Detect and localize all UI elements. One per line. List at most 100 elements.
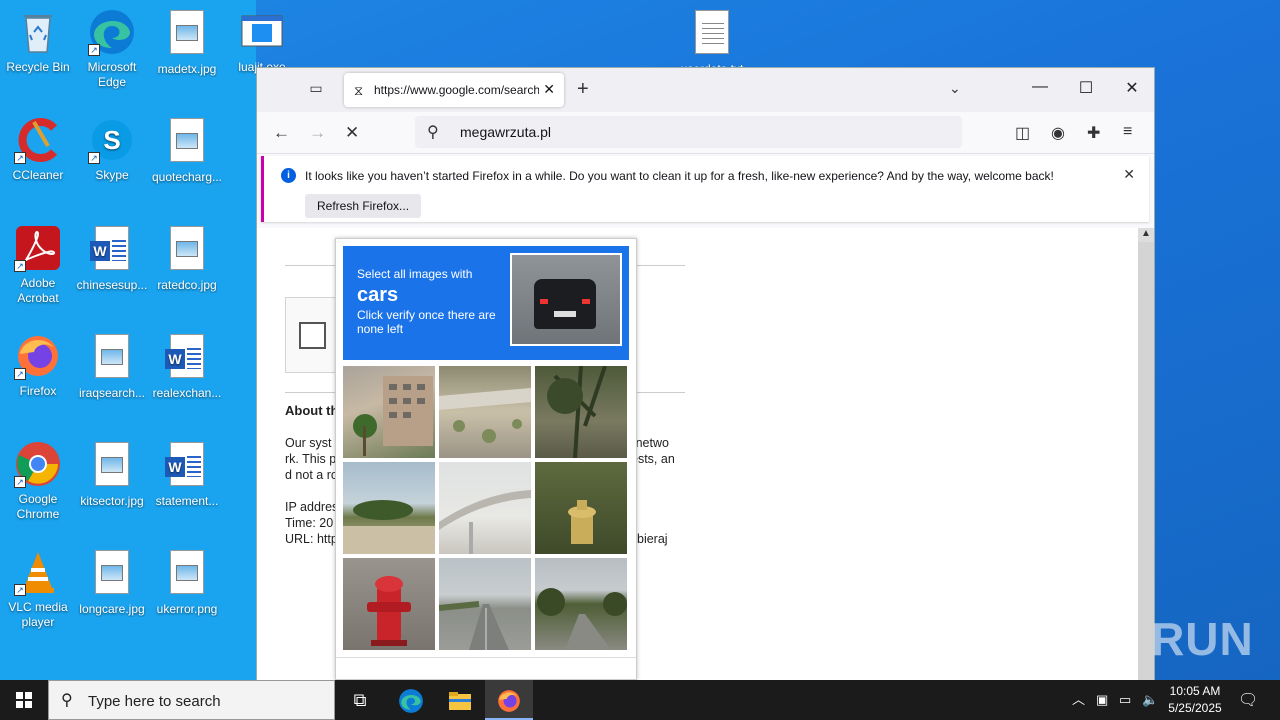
taskbar-edge-icon[interactable] <box>387 680 435 720</box>
desktop-icon-longcare[interactable]: longcare.jpg <box>74 548 150 617</box>
scroll-up-icon[interactable]: ▲ <box>1141 228 1151 239</box>
desktop-icon-quotecharg[interactable]: quotecharg... <box>149 116 225 185</box>
pocket-icon[interactable]: ◫ <box>1015 123 1030 143</box>
active-tab[interactable]: ⧖ https://www.google.com/search ✕ <box>344 73 564 107</box>
desktop-icon-label: Microsoft Edge <box>87 60 137 89</box>
clock-date: 5/25/2025 <box>1168 701 1222 715</box>
shortcut-arrow-icon: ↗ <box>14 260 26 272</box>
desktop-icon-realexchan[interactable]: W realexchan... <box>149 332 225 401</box>
action-center-icon[interactable]: 🗨 <box>1238 690 1258 710</box>
challenge-tile[interactable] <box>535 366 627 458</box>
challenge-tile[interactable] <box>343 558 435 650</box>
desktop-icon-label: CCleaner <box>12 168 64 182</box>
desktop-icon-microsoft-edge[interactable]: ↗ Microsoft Edge <box>74 8 150 90</box>
taskbar-firefox-icon[interactable] <box>485 680 533 720</box>
forward-icon[interactable]: → <box>309 123 326 143</box>
url-bar[interactable]: ⚲ megawrzuta.pl <box>415 116 962 148</box>
desktop-icon-skype[interactable]: S ↗ Skype <box>74 116 150 183</box>
desktop-icon-vlc[interactable]: ↗ VLC media player <box>0 548 76 630</box>
close-window-icon[interactable]: ✕ <box>1117 78 1147 100</box>
challenge-tile[interactable] <box>439 462 531 554</box>
desktop-icon-firefox[interactable]: ↗ Firefox <box>0 332 76 399</box>
word-file-icon: W <box>88 226 136 274</box>
recaptcha-challenge: Select all images with cars Click verify… <box>335 238 637 680</box>
challenge-target: cars <box>357 284 399 306</box>
desktop-icon-recycle-bin[interactable]: Recycle Bin <box>0 8 76 75</box>
about-heading: About th <box>285 403 339 418</box>
maximize-icon[interactable]: ☐ <box>1071 78 1101 100</box>
recycle-bin-icon <box>14 8 62 56</box>
vlc-icon: ↗ <box>14 548 62 596</box>
paragraph-line: ests, an <box>631 452 675 466</box>
text-file-icon <box>688 10 736 58</box>
desktop-icon-ccleaner[interactable]: ↗ CCleaner <box>0 116 76 183</box>
challenge-tile[interactable] <box>343 462 435 554</box>
notification-close-icon[interactable]: ✕ <box>1123 166 1135 183</box>
menu-icon[interactable]: ≡ <box>1123 123 1132 141</box>
url-tail: bieraj <box>637 532 668 546</box>
desktop-icon-statement[interactable]: W statement... <box>149 440 225 509</box>
system-clock[interactable]: 10:05 AM 5/25/2025 <box>1160 683 1230 717</box>
refresh-firefox-button[interactable]: Refresh Firefox... <box>305 194 422 218</box>
desktop-icon-label: Google Chrome <box>16 492 60 521</box>
desktop-icon-madetx[interactable]: madetx.jpg <box>149 8 225 77</box>
back-icon[interactable]: ← <box>273 123 290 143</box>
volume-icon[interactable]: 🔈 <box>1142 680 1158 720</box>
show-hidden-icons-icon[interactable]: ︿ <box>1072 680 1085 720</box>
desktop-icon-chinesesup[interactable]: W chinesesup... <box>74 224 150 293</box>
word-file-icon: W <box>163 442 211 490</box>
stop-icon[interactable]: ✕ <box>345 123 359 143</box>
navigation-bar: ← → ✕ ⚲ megawrzuta.pl ◫ ◉ ✚ ≡ <box>257 112 1154 154</box>
executable-file-icon <box>238 8 286 56</box>
desktop-icon-label: Firefox <box>19 384 57 398</box>
shortcut-arrow-icon: ↗ <box>14 152 26 164</box>
shortcut-arrow-icon: ↗ <box>88 152 100 164</box>
shortcut-arrow-icon: ↗ <box>14 584 26 596</box>
desktop-icon-label: kitsector.jpg <box>80 494 144 508</box>
desktop-icon-adobe-acrobat[interactable]: ↗ Adobe Acrobat <box>0 224 76 306</box>
paragraph-line: rk. This p <box>285 452 337 466</box>
meet-now-icon[interactable]: ▣ <box>1096 680 1108 720</box>
image-file-icon <box>88 334 136 382</box>
paragraph-line: Our syst <box>285 436 332 450</box>
desktop-icon-google-chrome[interactable]: ↗ Google Chrome <box>0 440 76 522</box>
desktop-icon-label: chinesesup... <box>76 278 148 292</box>
task-view-icon[interactable]: ⧉ <box>336 680 384 720</box>
desktop-icon-label: VLC media player <box>8 600 68 629</box>
desktop-icon-ratedco[interactable]: ratedco.jpg <box>149 224 225 293</box>
list-all-tabs-icon[interactable]: ⌄ <box>949 80 961 97</box>
recaptcha-widget <box>285 297 339 373</box>
taskbar-search-box[interactable]: ⚲ Type here to search <box>48 680 335 720</box>
time-label: Time: 20 <box>285 516 334 530</box>
search-placeholder: Type here to search <box>88 693 221 710</box>
taskbar-file-explorer-icon[interactable] <box>436 680 484 720</box>
network-icon[interactable]: ▭ <box>1119 680 1131 720</box>
tab-close-icon[interactable]: ✕ <box>543 81 555 98</box>
challenge-tile[interactable] <box>439 366 531 458</box>
challenge-tile[interactable] <box>343 366 435 458</box>
desktop-icon-kitsector[interactable]: kitsector.jpg <box>74 440 150 509</box>
image-file-icon <box>163 10 211 58</box>
ccleaner-icon: ↗ <box>14 116 62 164</box>
recaptcha-checkbox[interactable] <box>299 322 326 349</box>
desktop-icon-luajit[interactable]: luajit.exe <box>224 8 300 75</box>
new-tab-icon[interactable]: + <box>577 78 589 101</box>
minimize-icon[interactable]: — <box>1025 78 1055 100</box>
account-icon[interactable]: ◉ <box>1051 123 1065 143</box>
challenge-hint: Click verify once there are none left <box>357 308 496 336</box>
challenge-header: Select all images with cars Click verify… <box>343 246 629 360</box>
extensions-icon[interactable]: ✚ <box>1087 123 1100 143</box>
loading-hourglass-icon: ⧖ <box>354 83 364 98</box>
challenge-tile[interactable] <box>439 558 531 650</box>
challenge-tile[interactable] <box>535 558 627 650</box>
desktop-icon-iraqsearch[interactable]: iraqsearch... <box>74 332 150 401</box>
search-icon: ⚲ <box>61 692 73 709</box>
shortcut-arrow-icon: ↗ <box>88 44 100 56</box>
start-button[interactable] <box>0 680 48 720</box>
skype-icon: S ↗ <box>88 116 136 164</box>
challenge-tile[interactable] <box>535 462 627 554</box>
desktop-icon-ukerror[interactable]: ukerror.png <box>149 548 225 617</box>
info-icon: i <box>281 168 296 183</box>
taskbar: ⚲ Type here to search ⧉ ︿ ▣ ▭ 🔈 10:05 AM… <box>0 680 1280 720</box>
firefox-view-icon[interactable]: ▭ <box>305 80 327 100</box>
